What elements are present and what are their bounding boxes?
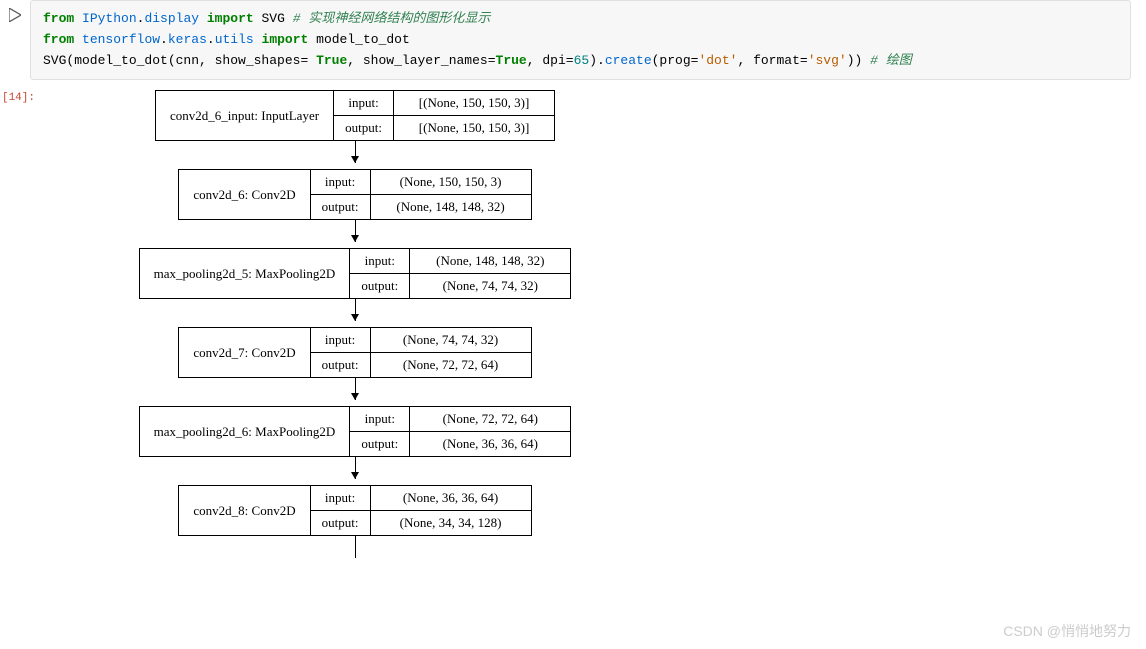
- io-label-input: input:: [334, 91, 394, 115]
- layer-label: conv2d_6: Conv2D: [179, 170, 310, 219]
- io-value: (None, 36, 36, 64): [371, 486, 531, 510]
- code-line-2: from tensorflow.keras.utils import model…: [43, 30, 1118, 51]
- layer-label: conv2d_8: Conv2D: [179, 486, 310, 535]
- layer-node: conv2d_7: Conv2D input:(None, 74, 74, 32…: [178, 327, 531, 378]
- code-editor[interactable]: from IPython.display import SVG # 实现神经网络…: [30, 0, 1131, 80]
- io-label-input: input:: [311, 170, 371, 194]
- io-label-input: input:: [311, 328, 371, 352]
- layer-label: conv2d_6_input: InputLayer: [156, 91, 334, 140]
- io-label-input: input:: [311, 486, 371, 510]
- output-content: conv2d_6_input: InputLayer input:[(None,…: [45, 90, 1146, 564]
- arrow: [75, 220, 635, 248]
- layer-label: conv2d_7: Conv2D: [179, 328, 310, 377]
- layer-label: max_pooling2d_5: MaxPooling2D: [140, 249, 351, 298]
- io-value: (None, 150, 150, 3): [371, 170, 531, 194]
- arrow: [75, 457, 635, 485]
- play-icon: [9, 8, 21, 22]
- code-line-3: SVG(model_to_dot(cnn, show_shapes= True,…: [43, 51, 1118, 72]
- code-cell-container: from IPython.display import SVG # 实现神经网络…: [0, 0, 1146, 80]
- io-value: [(None, 150, 150, 3)]: [394, 116, 554, 140]
- io-label-input: input:: [350, 249, 410, 273]
- layer-node: max_pooling2d_6: MaxPooling2D input:(Non…: [139, 406, 572, 457]
- io-value: (None, 148, 148, 32): [371, 195, 531, 219]
- model-diagram: conv2d_6_input: InputLayer input:[(None,…: [75, 90, 635, 564]
- io-value: (None, 72, 72, 64): [371, 353, 531, 377]
- io-value: (None, 72, 72, 64): [410, 407, 570, 431]
- io-value: (None, 148, 148, 32): [410, 249, 570, 273]
- code-line-1: from IPython.display import SVG # 实现神经网络…: [43, 9, 1118, 30]
- io-label-output: output:: [350, 274, 410, 298]
- io-value: (None, 74, 74, 32): [410, 274, 570, 298]
- output-execution-count: [14]:: [0, 90, 45, 564]
- io-value: [(None, 150, 150, 3)]: [394, 91, 554, 115]
- arrow: [75, 141, 635, 169]
- layer-node: conv2d_6: Conv2D input:(None, 150, 150, …: [178, 169, 531, 220]
- io-label-output: output:: [334, 116, 394, 140]
- io-label-output: output:: [311, 511, 371, 535]
- layer-node: max_pooling2d_5: MaxPooling2D input:(Non…: [139, 248, 572, 299]
- layer-node: conv2d_6_input: InputLayer input:[(None,…: [155, 90, 555, 141]
- arrow: [75, 299, 635, 327]
- io-value: (None, 74, 74, 32): [371, 328, 531, 352]
- io-value: (None, 34, 34, 128): [371, 511, 531, 535]
- output-container: [14]: conv2d_6_input: InputLayer input:[…: [0, 90, 1146, 564]
- run-button[interactable]: [0, 0, 30, 80]
- arrow: [75, 536, 635, 564]
- layer-node: conv2d_8: Conv2D input:(None, 36, 36, 64…: [178, 485, 531, 536]
- layer-label: max_pooling2d_6: MaxPooling2D: [140, 407, 351, 456]
- io-label-output: output:: [311, 195, 371, 219]
- arrow: [75, 378, 635, 406]
- io-label-input: input:: [350, 407, 410, 431]
- io-label-output: output:: [350, 432, 410, 456]
- io-label-output: output:: [311, 353, 371, 377]
- watermark: CSDN @悄悄地努力: [1003, 621, 1131, 641]
- io-value: (None, 36, 36, 64): [410, 432, 570, 456]
